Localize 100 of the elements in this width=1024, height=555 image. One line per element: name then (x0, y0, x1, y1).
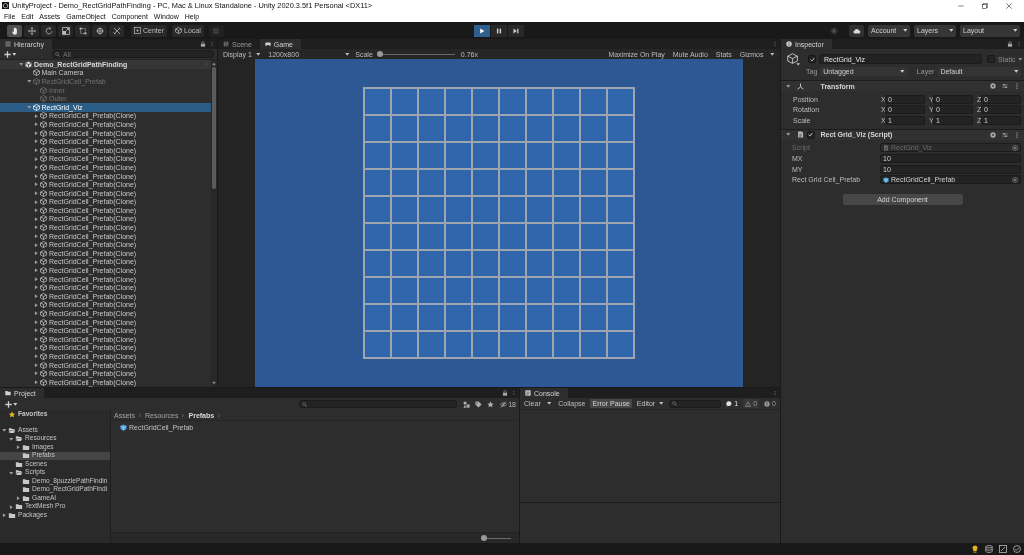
grid-tile (446, 197, 471, 222)
caret-right-icon[interactable] (34, 113, 39, 119)
step-icon (513, 27, 519, 34)
caret-right-icon[interactable] (34, 302, 39, 308)
caret-right-icon[interactable] (9, 504, 14, 509)
caret-right-icon[interactable] (34, 362, 39, 368)
sliders-icon[interactable] (1002, 83, 1008, 89)
cube-icon (175, 27, 182, 34)
grid-tile (608, 305, 633, 330)
pause-button[interactable] (491, 24, 507, 37)
play-button[interactable] (474, 24, 490, 37)
caret-right-icon[interactable] (34, 156, 39, 162)
bulb-icon[interactable] (971, 545, 979, 553)
caret-down-icon[interactable] (9, 470, 14, 475)
step-button[interactable] (508, 24, 524, 37)
square-slash-icon[interactable] (999, 545, 1007, 553)
tool-button[interactable] (92, 24, 107, 37)
caret-right-icon[interactable] (34, 285, 39, 290)
active-checkbox[interactable] (808, 55, 816, 63)
scroll-down-icon[interactable] (212, 381, 216, 385)
caret-right-icon[interactable] (34, 337, 39, 342)
tag-icon[interactable] (475, 400, 483, 408)
tool-button[interactable] (109, 24, 124, 37)
caret-right-icon[interactable] (34, 294, 39, 299)
caret-right-icon[interactable] (2, 513, 7, 518)
shapes-icon[interactable] (463, 400, 471, 408)
grid-tile (527, 278, 552, 303)
caret-down-icon[interactable] (786, 83, 791, 89)
caret-down-icon[interactable] (786, 132, 791, 137)
grid-tile (500, 251, 525, 276)
caret-right-icon[interactable] (34, 173, 39, 179)
caret-right-icon[interactable] (16, 496, 21, 501)
caret-right-icon[interactable] (34, 208, 39, 213)
caret-right-icon[interactable] (34, 242, 39, 247)
caret-right-icon[interactable] (34, 139, 39, 144)
cube-icon[interactable] (787, 52, 800, 66)
caret-down-icon[interactable] (19, 62, 24, 67)
grid-tile (500, 89, 525, 114)
caret-right-icon[interactable] (34, 216, 39, 222)
grid-tile (473, 89, 498, 114)
caret-right-icon[interactable] (34, 165, 39, 170)
caret-right-icon[interactable] (34, 276, 39, 282)
caret-down-icon[interactable] (26, 105, 31, 110)
sliders-icon[interactable] (1002, 131, 1008, 138)
lock-icon[interactable] (200, 41, 206, 47)
sparkle-icon[interactable] (830, 26, 838, 35)
grid-tile (581, 197, 606, 222)
caret-right-icon[interactable] (34, 199, 39, 205)
search-icon (671, 401, 677, 406)
cloud-button[interactable] (849, 24, 864, 37)
caret-right-icon[interactable] (34, 130, 39, 136)
search-field[interactable] (299, 400, 458, 408)
grid-tile (527, 116, 552, 141)
chevron-icon (138, 412, 142, 418)
document-icon (883, 144, 889, 151)
slider-thumb[interactable] (376, 51, 383, 57)
caret-down-icon[interactable] (2, 428, 7, 433)
grid-tile (365, 278, 390, 303)
tool-button[interactable] (58, 24, 73, 37)
caret-right-icon[interactable] (34, 182, 39, 187)
caret-right-icon[interactable] (34, 345, 39, 351)
add-button[interactable] (4, 50, 17, 58)
caret-right-icon[interactable] (34, 354, 39, 359)
database-icon[interactable] (985, 545, 993, 553)
grid-tile (365, 332, 390, 357)
star-icon[interactable] (487, 400, 495, 408)
add-button[interactable] (5, 400, 18, 408)
caret-right-icon[interactable] (34, 319, 39, 325)
target-icon[interactable] (1012, 176, 1018, 183)
caret-right-icon[interactable] (34, 251, 39, 256)
search-field[interactable] (668, 399, 722, 408)
caret-right-icon[interactable] (34, 371, 39, 376)
warning-icon (745, 400, 752, 407)
caret-right-icon[interactable] (34, 225, 39, 230)
open-folder-icon (15, 469, 23, 477)
list-icon (5, 41, 11, 47)
grid-tile (608, 89, 633, 114)
caret-right-icon[interactable] (34, 328, 39, 333)
caret-right-icon[interactable] (34, 233, 39, 239)
enabled-checkbox[interactable] (806, 130, 815, 139)
slider-track[interactable] (481, 535, 511, 541)
caret-down-icon[interactable] (9, 436, 14, 441)
caret-right-icon[interactable] (34, 190, 39, 196)
tool-button[interactable] (75, 24, 90, 37)
caret-right-icon[interactable] (34, 259, 39, 265)
slider-thumb[interactable] (481, 535, 487, 541)
chevron-icon (181, 412, 186, 418)
tool-button[interactable] (7, 24, 22, 37)
caret-right-icon[interactable] (34, 122, 39, 127)
scrollbar-thumb[interactable] (212, 67, 216, 189)
caret-right-icon[interactable] (34, 380, 39, 385)
lock-icon[interactable] (502, 390, 508, 396)
caret-right-icon[interactable] (34, 148, 39, 153)
caret-right-icon[interactable] (34, 311, 39, 316)
ring-icon[interactable] (990, 131, 996, 138)
ring-icon[interactable] (990, 83, 996, 89)
check-circle-icon[interactable] (1013, 545, 1021, 553)
grid-tile (392, 305, 417, 330)
caret-right-icon[interactable] (34, 268, 39, 273)
lock-icon[interactable] (1007, 41, 1013, 47)
